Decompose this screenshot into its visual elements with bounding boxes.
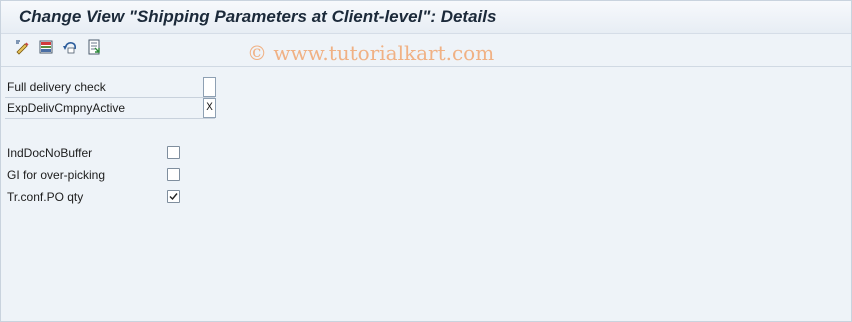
undo-button[interactable] xyxy=(61,40,79,58)
exp-deliv-company-label: ExpDelivCmpnyActive xyxy=(7,101,126,115)
checkmark-icon xyxy=(169,193,178,201)
ind-doc-no-buffer-label: IndDocNoBuffer xyxy=(7,146,93,160)
title-bar: Change View "Shipping Parameters at Clie… xyxy=(1,1,851,34)
select-block-icon xyxy=(86,39,102,60)
exp-deliv-company-input[interactable]: X xyxy=(203,98,216,118)
tr-conf-po-qty-checkbox[interactable] xyxy=(167,190,180,203)
save-variant-button[interactable] xyxy=(37,40,55,58)
select-block-button[interactable] xyxy=(85,39,103,60)
display-change-icon xyxy=(14,39,30,60)
exp-deliv-company-row: ExpDelivCmpnyActive X xyxy=(5,98,216,119)
undo-icon xyxy=(62,39,78,60)
page-title: Change View "Shipping Parameters at Clie… xyxy=(19,7,497,26)
ind-doc-no-buffer-checkbox[interactable] xyxy=(167,146,180,159)
tr-conf-po-qty-label: Tr.conf.PO qty xyxy=(7,190,84,204)
full-delivery-check-row: Full delivery check xyxy=(5,77,216,98)
main-window: Change View "Shipping Parameters at Clie… xyxy=(0,0,852,322)
full-delivery-check-input[interactable] xyxy=(203,77,216,97)
gi-over-picking-checkbox[interactable] xyxy=(167,168,180,181)
display-change-button[interactable] xyxy=(13,39,31,60)
save-variant-icon xyxy=(38,39,54,60)
gi-over-picking-label: GI for over-picking xyxy=(7,168,106,182)
full-delivery-check-label: Full delivery check xyxy=(7,80,106,94)
watermark: © www.tutorialkart.com xyxy=(247,41,495,65)
